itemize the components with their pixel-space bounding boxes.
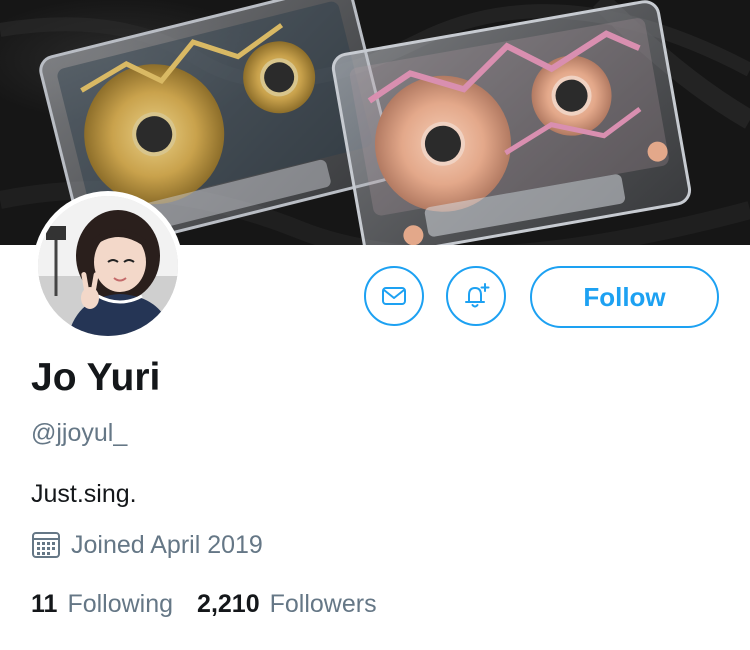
following-label: Following	[67, 590, 174, 618]
followers-count: 2,210	[197, 590, 260, 618]
profile-photo	[38, 196, 178, 336]
envelope-icon	[382, 287, 406, 305]
calendar-icon	[32, 532, 60, 558]
profile-bio: Just.sing.	[31, 480, 137, 508]
following-count: 11	[31, 590, 58, 618]
notifications-button[interactable]	[446, 266, 506, 326]
profile-stats: 11 Following 2,210 Followers	[31, 590, 377, 619]
profile-name: Jo Yuri	[31, 356, 161, 399]
followers-link[interactable]: 2,210 Followers	[197, 590, 377, 619]
follow-button[interactable]: Follow	[530, 266, 719, 328]
avatar[interactable]	[38, 196, 178, 336]
bell-plus-icon	[465, 283, 490, 308]
joined-date: Joined April 2019	[31, 530, 263, 560]
profile-handle: @jjoyul_	[31, 419, 128, 447]
followers-label: Followers	[269, 590, 377, 618]
following-link[interactable]: 11 Following	[31, 590, 173, 619]
joined-date-text: Joined April 2019	[71, 530, 263, 559]
profile-page: Follow Jo Yuri @jjoyul_ Just.sing. Joine…	[0, 0, 750, 650]
message-button[interactable]	[364, 266, 424, 326]
